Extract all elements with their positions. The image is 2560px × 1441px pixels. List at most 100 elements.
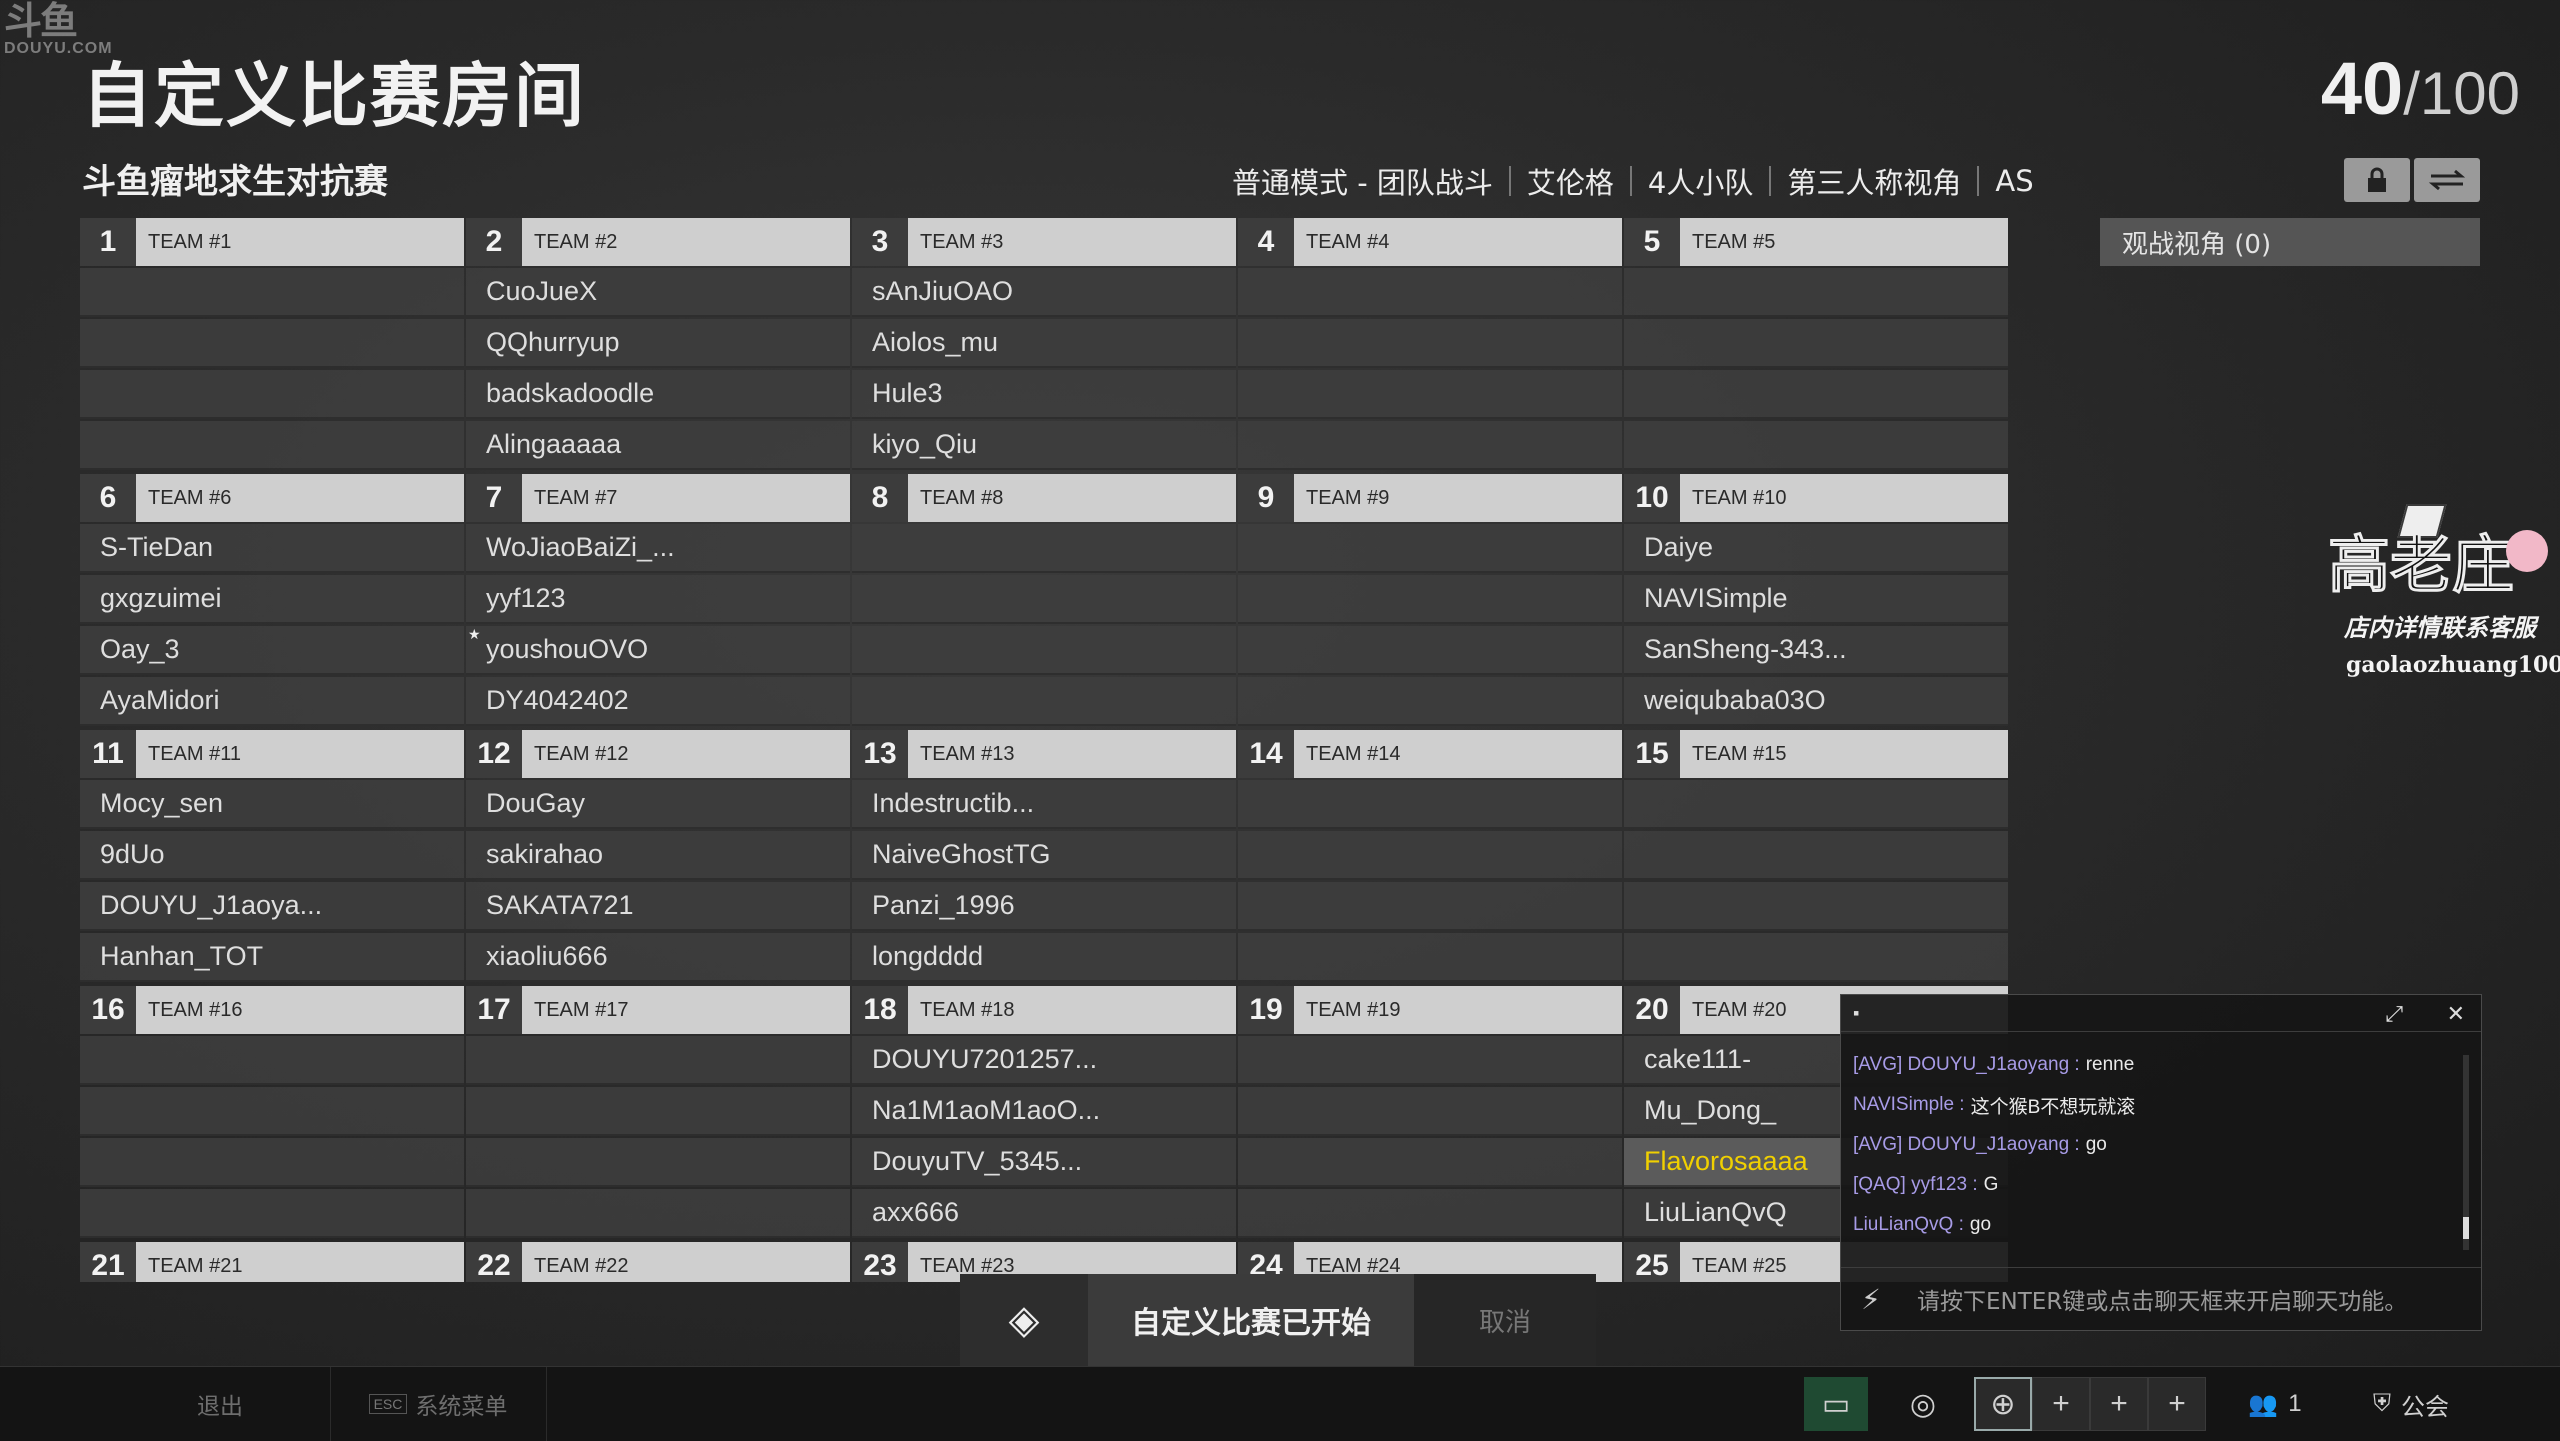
player-slot[interactable]: NAVISimple [1624,575,2008,624]
player-slot[interactable]: DY4042402 [466,677,850,726]
team-header[interactable]: 10 TEAM #10 [1624,474,2008,522]
team-header[interactable]: 1 TEAM #1 [80,218,464,266]
invite-slot-3[interactable]: + [2148,1377,2206,1431]
player-slot[interactable]: S-TieDan [80,524,464,573]
empty-slot[interactable] [1238,370,1622,419]
player-slot[interactable]: Alingaaaaa [466,421,850,470]
team-header[interactable]: 9 TEAM #9 [1238,474,1622,522]
avatar-slot[interactable]: ⊕ [1974,1377,2032,1431]
player-slot[interactable]: sakirahao [466,831,850,880]
player-slot[interactable]: WoJiaoBaiZi_... [466,524,850,573]
team-header[interactable]: 6 TEAM #6 [80,474,464,522]
empty-slot[interactable] [1238,1087,1622,1136]
player-slot[interactable]: SanSheng-343... [1624,626,2008,675]
empty-slot[interactable] [466,1036,850,1085]
player-slot[interactable]: Mocy_sen [80,780,464,829]
player-slot[interactable]: Hule3 [852,370,1236,419]
team-header[interactable]: 5 TEAM #5 [1624,218,2008,266]
empty-slot[interactable] [80,1189,464,1238]
player-slot[interactable]: Oay_3 [80,626,464,675]
ranked-button[interactable]: ◎ [1894,1377,1952,1431]
empty-slot[interactable] [80,370,464,419]
empty-slot[interactable] [1624,268,2008,317]
player-slot[interactable]: DOUYU7201257... [852,1036,1236,1085]
team-header[interactable]: 13 TEAM #13 [852,730,1236,778]
guild-button[interactable]: ⛨ 公会 [2356,1377,2466,1431]
expand-icon[interactable]: ⤢ [2385,1001,2403,1027]
team-header[interactable]: 22 TEAM #22 [466,1242,850,1282]
lock-button[interactable] [2344,158,2410,202]
player-slot[interactable]: longdddd [852,933,1236,982]
empty-slot[interactable] [1238,677,1622,726]
team-header[interactable]: 3 TEAM #3 [852,218,1236,266]
player-slot[interactable]: sAnJiuOAO [852,268,1236,317]
player-slot[interactable]: axx666 [852,1189,1236,1238]
empty-slot[interactable] [852,524,1236,573]
chat-scroll-thumb[interactable] [2463,1217,2469,1239]
exit-button[interactable]: 退出 [110,1367,331,1441]
invite-slot-1[interactable]: + [2032,1377,2090,1431]
empty-slot[interactable] [1624,933,2008,982]
team-header[interactable]: 15 TEAM #15 [1624,730,2008,778]
empty-slot[interactable] [80,421,464,470]
team-header[interactable]: 2 TEAM #2 [466,218,850,266]
chat-input[interactable]: ⚡ 请按下ENTER键或点击聊天框来开启聊天功能。 [1841,1267,2481,1330]
empty-slot[interactable] [1238,421,1622,470]
empty-slot[interactable] [852,626,1236,675]
team-header[interactable]: 17 TEAM #17 [466,986,850,1034]
team-header[interactable]: 7 TEAM #7 [466,474,850,522]
system-menu-button[interactable]: ESC 系统菜单 [330,1367,547,1441]
empty-slot[interactable] [1238,1138,1622,1187]
team-header[interactable]: 11 TEAM #11 [80,730,464,778]
chat-toggle-button[interactable]: ▭ [1804,1377,1868,1431]
player-slot[interactable]: xiaoliu666 [466,933,850,982]
close-icon[interactable]: ✕ [2447,1001,2465,1027]
empty-slot[interactable] [466,1189,850,1238]
empty-slot[interactable] [1238,268,1622,317]
empty-slot[interactable] [80,1138,464,1187]
empty-slot[interactable] [1238,933,1622,982]
player-slot[interactable]: DouyuTV_5345... [852,1138,1236,1187]
empty-slot[interactable] [1238,319,1622,368]
player-slot[interactable]: Indestructib... [852,780,1236,829]
team-header[interactable]: 18 TEAM #18 [852,986,1236,1034]
empty-slot[interactable] [466,1087,850,1136]
empty-slot[interactable] [852,575,1236,624]
empty-slot[interactable] [1624,882,2008,931]
player-slot[interactable]: CuoJueX [466,268,850,317]
invite-slot-2[interactable]: + [2090,1377,2148,1431]
team-header[interactable]: 16 TEAM #16 [80,986,464,1034]
empty-slot[interactable] [1624,319,2008,368]
empty-slot[interactable] [1238,831,1622,880]
team-header[interactable]: 8 TEAM #8 [852,474,1236,522]
player-slot[interactable]: Panzi_1996 [852,882,1236,931]
player-slot[interactable]: AyaMidori [80,677,464,726]
empty-slot[interactable] [1238,1036,1622,1085]
player-slot[interactable]: SAKATA721 [466,882,850,931]
empty-slot[interactable] [1238,524,1622,573]
swap-button[interactable] [2414,158,2480,202]
empty-slot[interactable] [80,319,464,368]
party-count-button[interactable]: 👥 1 [2230,1377,2320,1431]
empty-slot[interactable] [1624,780,2008,829]
team-header[interactable]: 14 TEAM #14 [1238,730,1622,778]
player-slot[interactable]: Hanhan_TOT [80,933,464,982]
empty-slot[interactable] [80,1036,464,1085]
empty-slot[interactable] [1624,370,2008,419]
lightning-icon[interactable]: ⚡ [1841,1283,1901,1316]
empty-slot[interactable] [852,677,1236,726]
player-slot[interactable]: DOUYU_J1aoya... [80,882,464,931]
player-slot[interactable]: yyf123 [466,575,850,624]
player-slot[interactable]: badskadoodle [466,370,850,419]
empty-slot[interactable] [1624,831,2008,880]
empty-slot[interactable] [1238,882,1622,931]
player-slot[interactable]: weiqubaba03O [1624,677,2008,726]
player-slot[interactable]: kiyo_Qiu [852,421,1236,470]
empty-slot[interactable] [80,1087,464,1136]
team-header[interactable]: 19 TEAM #19 [1238,986,1622,1034]
team-header[interactable]: 21 TEAM #21 [80,1242,464,1282]
player-slot[interactable]: gxgzuimei [80,575,464,624]
empty-slot[interactable] [1238,626,1622,675]
empty-slot[interactable] [1238,780,1622,829]
cancel-button[interactable]: 取消 [1414,1274,1596,1366]
